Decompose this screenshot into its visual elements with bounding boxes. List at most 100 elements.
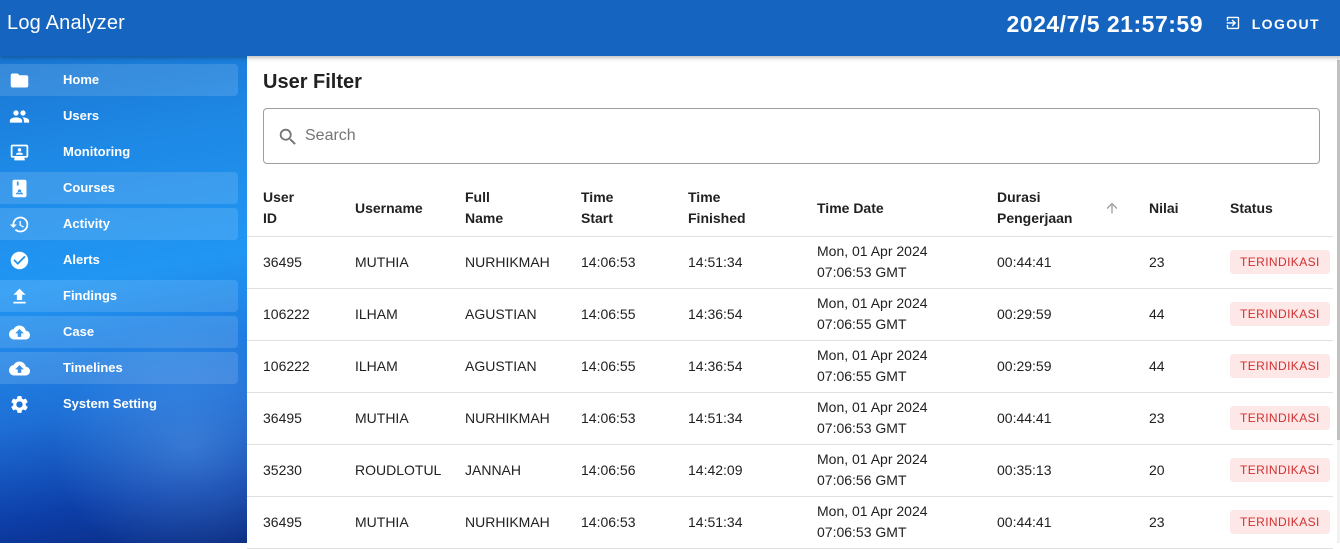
cell-time-start: 14:06:53 (581, 496, 688, 549)
main-content: User Filter User ID Username Full Name T… (247, 56, 1340, 549)
cell-status: TERINDIKASI (1230, 444, 1333, 497)
cloud-upload-icon (8, 322, 30, 342)
cell-durasi: 00:29:59 (997, 340, 1149, 393)
logout-label: LOGOUT (1251, 16, 1320, 32)
folder-icon (8, 70, 30, 90)
column-header-time-date[interactable]: Time Date (817, 181, 997, 237)
cell-time-finished: 14:42:09 (688, 444, 817, 497)
cell-user-id: 36495 (247, 392, 355, 445)
cell-durasi: 00:35:13 (997, 444, 1149, 497)
date-line: Mon, 01 Apr 2024 (817, 451, 928, 467)
cell-nilai: 23 (1149, 392, 1230, 445)
table-row[interactable]: 106222 ILHAM AGUSTIAN 14:06:55 14:36:54 … (247, 288, 1333, 341)
column-header-label: Full Name (465, 189, 504, 227)
cell-time-finished: 14:51:34 (688, 392, 817, 445)
cell-time-finished: 14:51:34 (688, 496, 817, 549)
sidebar-item-label: Findings (63, 288, 118, 303)
cell-time-date: Mon, 01 Apr 2024 07:06:53 GMT (817, 496, 997, 549)
sidebar-item-case[interactable]: Case (0, 316, 238, 348)
cell-time-date: Mon, 01 Apr 2024 07:06:53 GMT (817, 392, 997, 445)
sidebar-item-system-setting[interactable]: System Setting (0, 388, 238, 420)
cell-status: TERINDIKASI (1230, 392, 1333, 445)
cell-time-finished: 14:36:54 (688, 340, 817, 393)
cell-full-name: NURHIKMAH (465, 236, 581, 289)
status-badge: TERINDIKASI (1230, 354, 1330, 378)
column-header-full-name[interactable]: Full Name (465, 181, 581, 237)
column-header-label: Username (355, 199, 423, 216)
cell-full-name: AGUSTIAN (465, 340, 581, 393)
date-line: Mon, 01 Apr 2024 (817, 243, 928, 259)
sidebar-item-timelines[interactable]: Timelines (0, 352, 238, 384)
column-header-label: Nilai (1149, 199, 1179, 216)
history-icon (8, 214, 30, 234)
sidebar: Home Users Monitoring Courses Activity A… (0, 56, 247, 543)
cell-nilai: 23 (1149, 236, 1230, 289)
table-row[interactable]: 106222 ILHAM AGUSTIAN 14:06:55 14:36:54 … (247, 340, 1333, 393)
logout-button[interactable]: LOGOUT (1224, 10, 1320, 38)
sidebar-item-users[interactable]: Users (0, 100, 238, 132)
sidebar-item-label: Monitoring (63, 144, 131, 159)
status-badge: TERINDIKASI (1230, 250, 1330, 274)
sidebar-item-label: Alerts (63, 252, 100, 267)
column-header-username[interactable]: Username (355, 181, 465, 237)
column-header-user-id[interactable]: User ID (247, 181, 355, 237)
clock: 2024/7/5 21:57:59 (1006, 11, 1203, 37)
date-line: Mon, 01 Apr 2024 (817, 399, 928, 415)
user-table: User ID Username Full Name Time Start Ti… (247, 181, 1333, 549)
cell-user-id: 36495 (247, 496, 355, 549)
cell-username: ROUDLOTUL (355, 444, 465, 497)
sidebar-item-courses[interactable]: Courses (0, 172, 238, 204)
sort-arrow-up-icon[interactable] (1104, 200, 1120, 216)
table-row[interactable]: 36495 MUTHIA NURHIKMAH 14:06:53 14:51:34… (247, 496, 1333, 549)
column-header-time-start[interactable]: Time Start (581, 181, 688, 237)
time-line: 07:06:55 GMT (817, 368, 907, 384)
cell-durasi: 00:44:41 (997, 392, 1149, 445)
cell-status: TERINDIKASI (1230, 288, 1333, 341)
gear-icon (8, 394, 30, 414)
cell-durasi: 00:44:41 (997, 496, 1149, 549)
date-line: Mon, 01 Apr 2024 (817, 503, 928, 519)
column-header-nilai[interactable]: Nilai (1149, 181, 1230, 237)
table-row[interactable]: 36495 MUTHIA NURHIKMAH 14:06:53 14:51:34… (247, 392, 1333, 445)
cell-time-start: 14:06:56 (581, 444, 688, 497)
sidebar-item-home[interactable]: Home (0, 64, 238, 96)
column-header-label: Status (1230, 199, 1273, 216)
sidebar-item-alerts[interactable]: Alerts (0, 244, 238, 276)
cell-user-id: 106222 (247, 340, 355, 393)
cell-status: TERINDIKASI (1230, 236, 1333, 289)
time-line: 07:06:53 GMT (817, 524, 907, 540)
cell-user-id: 36495 (247, 236, 355, 289)
cell-time-start: 14:06:53 (581, 392, 688, 445)
cell-time-date: Mon, 01 Apr 2024 07:06:55 GMT (817, 340, 997, 393)
sidebar-item-monitoring[interactable]: Monitoring (0, 136, 238, 168)
sidebar-item-activity[interactable]: Activity (0, 208, 238, 240)
table-row[interactable]: 36495 MUTHIA NURHIKMAH 14:06:53 14:51:34… (247, 236, 1333, 289)
cell-full-name: JANNAH (465, 444, 581, 497)
sidebar-item-findings[interactable]: Findings (0, 280, 238, 312)
column-header-status[interactable]: Status (1230, 181, 1333, 237)
cell-username: MUTHIA (355, 392, 465, 445)
column-header-durasi[interactable]: Durasi Pengerjaan (997, 181, 1149, 237)
cell-nilai: 20 (1149, 444, 1230, 497)
cell-full-name: AGUSTIAN (465, 288, 581, 341)
sidebar-item-label: Case (63, 324, 95, 339)
column-header-label: Durasi Pengerjaan (997, 189, 1073, 227)
cell-time-start: 14:06:55 (581, 288, 688, 341)
column-header-time-finished[interactable]: Time Finished (688, 181, 817, 237)
search-box (263, 108, 1320, 164)
table-row[interactable]: 35230 ROUDLOTUL JANNAH 14:06:56 14:42:09… (247, 444, 1333, 497)
upload-icon (8, 286, 30, 306)
cloud-upload-icon (8, 358, 30, 378)
status-badge: TERINDIKASI (1230, 406, 1330, 430)
monitor-icon (8, 142, 30, 162)
sidebar-item-label: Timelines (63, 360, 123, 375)
cell-full-name: NURHIKMAH (465, 392, 581, 445)
table-header-row: User ID Username Full Name Time Start Ti… (247, 181, 1333, 237)
date-line: Mon, 01 Apr 2024 (817, 347, 928, 363)
time-line: 07:06:53 GMT (817, 264, 907, 280)
cell-nilai: 44 (1149, 340, 1230, 393)
cell-user-id: 106222 (247, 288, 355, 341)
cell-nilai: 23 (1149, 496, 1230, 549)
column-header-label: User ID (263, 189, 295, 227)
search-input[interactable] (305, 123, 1295, 149)
